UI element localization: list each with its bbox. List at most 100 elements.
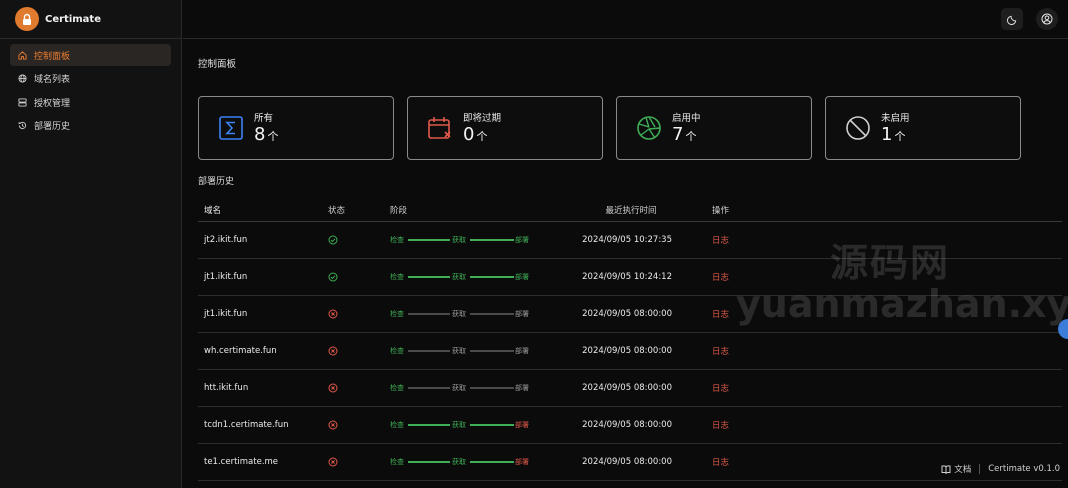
sidebar-item-domains[interactable]: 域名列表 [10,68,171,90]
cell-time: 2024/09/05 08:00:00 [582,420,672,430]
stage-connector [470,387,514,389]
cell-stage: 检查 获取 部署 [386,344,554,358]
cell-stage: 检查 获取 部署 [386,307,554,321]
log-link[interactable]: 日志 [678,308,738,320]
cell-domain: wh.certimate.fun [204,346,277,356]
log-link[interactable]: 日志 [678,345,738,357]
stage-check: 检查 [390,310,404,318]
log-link[interactable]: 日志 [678,419,738,431]
stage-check: 检查 [390,384,404,392]
table-row: te1.certimate.me 检查 获取 部署 2024/09/05 08:… [198,444,1062,481]
user-menu-button[interactable] [1036,8,1058,30]
stage-deploy: 部署 [515,384,529,392]
cell-time: 2024/09/05 08:00:00 [582,309,672,319]
cell-domain: htt.ikit.fun [204,383,249,393]
stat-label: 所有 [254,113,274,124]
calendar-x-icon [428,117,451,139]
cell-domain: jt2.ikit.fun [204,235,248,245]
stage-deploy: 部署 [515,236,529,244]
table-row: wh.certimate.fun 检查 获取 部署 2024/09/05 08:… [198,333,1062,370]
user-circle-icon [1041,13,1053,25]
cell-status [326,383,386,393]
stage-check: 检查 [390,347,404,355]
book-icon [941,465,951,474]
stage-check: 检查 [390,458,404,466]
moon-icon [1006,15,1016,25]
stat-value: 0个 [463,124,488,145]
cell-stage: 检查 获取 部署 [386,381,554,395]
sidebar-item-label: 部署历史 [34,122,71,132]
stage-connector [470,350,514,352]
stat-card-expiring[interactable]: 即将过期 0个 [407,96,603,160]
stage-check: 检查 [390,273,404,281]
cell-stage: 检查 获取 部署 [386,455,554,469]
version-label: Certimate v0.1.0 [988,464,1060,474]
sidebar-item-label: 授权管理 [34,98,71,109]
sidebar-item-dashboard[interactable]: 控制面板 [10,44,171,66]
stage-obtain: 获取 [452,421,466,429]
cell-status [326,235,386,245]
stage-connector [408,387,450,389]
stat-value: 8个 [254,124,279,145]
stage-connector [408,239,450,241]
topbar [183,0,1068,39]
sidebar-item-access[interactable]: 授权管理 [10,91,171,113]
docs-link[interactable]: 文档 [954,463,971,475]
cell-time: 2024/09/05 10:24:12 [582,272,672,282]
stage-obtain: 获取 [452,310,466,318]
server-icon [18,97,27,107]
stat-label: 启用中 [672,113,701,124]
th-status: 状态 [328,205,346,216]
stage-obtain: 获取 [452,458,466,466]
stage-deploy: 部署 [515,421,529,429]
stage-connector [470,276,514,278]
history-icon [18,121,27,130]
stat-label: 未启用 [881,113,910,124]
section-title: 部署历史 [198,177,235,187]
home-icon [18,50,27,60]
cell-time: 2024/09/05 08:00:00 [582,346,672,356]
log-link[interactable]: 日志 [678,456,738,468]
check-circle-icon [328,272,338,282]
stage-connector [408,350,450,352]
stat-value: 1个 [881,124,906,145]
brand-name: Certimate [45,13,101,25]
cell-status [326,346,386,356]
cell-domain: jt1.ikit.fun [204,309,248,319]
cell-time: 2024/09/05 08:00:00 [582,383,672,393]
theme-toggle-button[interactable] [1001,8,1023,30]
stage-connector [470,239,514,241]
cell-time: 2024/09/05 08:00:00 [582,457,672,467]
th-op: 操作 [712,205,730,216]
aperture-icon [637,116,661,140]
stat-card-disabled[interactable]: 未启用 1个 [825,96,1021,160]
cell-status [326,272,386,282]
stage-connector [470,313,514,315]
x-circle-icon [328,383,338,393]
cell-status [326,309,386,319]
stage-check: 检查 [390,421,404,429]
stat-card-all[interactable]: 所有 8个 [198,96,394,160]
stage-obtain: 获取 [452,273,466,281]
stage-connector [470,424,514,426]
stage-check: 检查 [390,236,404,244]
log-link[interactable]: 日志 [678,382,738,394]
stage-connector [408,424,450,426]
stage-deploy: 部署 [515,310,529,318]
sidebar-item-label: 控制面板 [34,51,71,62]
th-stage: 阶段 [390,205,408,216]
cell-domain: tcdn1.certimate.fun [204,420,289,430]
log-link[interactable]: 日志 [678,271,738,283]
stat-card-enabled[interactable]: 启用中 7个 [616,96,812,160]
stage-connector [408,276,450,278]
log-link[interactable]: 日志 [678,234,738,246]
brand[interactable]: Certimate [0,0,181,39]
sidebar-item-history[interactable]: 部署历史 [10,115,171,137]
stage-connector [408,461,450,463]
stage-obtain: 获取 [452,347,466,355]
sidebar-nav: 控制面板 域名列表 授权管理 部署历史 [0,39,181,143]
cell-domain: te1.certimate.me [204,457,279,467]
th-domain: 域名 [204,205,222,216]
page-title: 控制面板 [198,59,237,70]
cell-status [326,420,386,430]
